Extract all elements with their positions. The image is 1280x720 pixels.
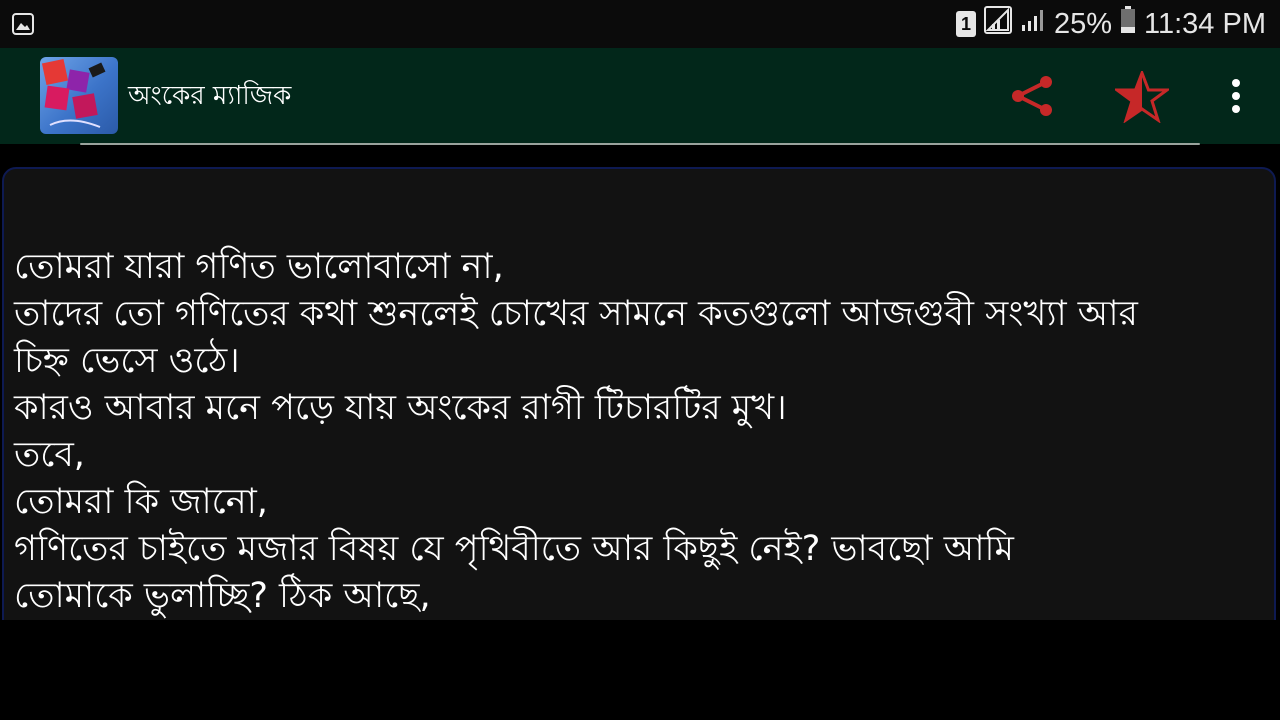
battery-icon xyxy=(1120,6,1136,42)
wifi-signal-icon xyxy=(1020,7,1046,41)
status-bar: 1 25% 11:34 PM xyxy=(0,0,1280,48)
empty-bottom-area xyxy=(0,620,1280,720)
gallery-notification-icon xyxy=(12,13,34,35)
clock: 11:34 PM xyxy=(1144,7,1266,40)
share-button[interactable] xyxy=(1006,72,1058,120)
article-line-3: চিহ্ন ভেসে ওঠে। xyxy=(14,341,240,381)
cell-signal-icon xyxy=(983,6,1012,42)
article-line-1: তোমরা যারা গণিত ভালোবাসো না, xyxy=(14,247,504,287)
app-bar-divider xyxy=(80,143,1200,145)
share-icon xyxy=(1012,76,1052,116)
article-text: তোমরা যারা গণিত ভালোবাসো না, তাদের তো গণ… xyxy=(14,244,1274,620)
favorite-button[interactable] xyxy=(1114,70,1170,124)
star-half-icon xyxy=(1115,71,1169,123)
status-indicators: 1 25% 11:34 PM xyxy=(955,6,1266,42)
article-line-5: তবে, xyxy=(14,435,85,475)
overflow-menu-button[interactable] xyxy=(1222,74,1250,118)
article-line-8: তোমাকে ভুলাচ্ছি? ঠিক আছে, xyxy=(14,576,431,616)
sim-slot-badge: 1 xyxy=(955,11,976,37)
overflow-menu-icon xyxy=(1232,79,1240,113)
app-logo-icon[interactable] xyxy=(40,57,118,134)
article-line-4: কারও আবার মনে পড়ে যায় অংকের রাগী টিচার… xyxy=(14,388,787,428)
article-line-7: গণিতের চাইতে মজার বিষয় যে পৃথিবীতে আর ক… xyxy=(14,529,1014,569)
battery-percent: 25% xyxy=(1053,7,1113,40)
app-title: অংকের ম্যাজিক xyxy=(128,81,292,111)
article-line-6: তোমরা কি জানো, xyxy=(14,482,268,522)
article-card[interactable]: তোমরা যারা গণিত ভালোবাসো না, তাদের তো গণ… xyxy=(2,167,1276,637)
article-line-2: তাদের তো গণিতের কথা শুনলেই চোখের সামনে ক… xyxy=(14,294,1138,334)
